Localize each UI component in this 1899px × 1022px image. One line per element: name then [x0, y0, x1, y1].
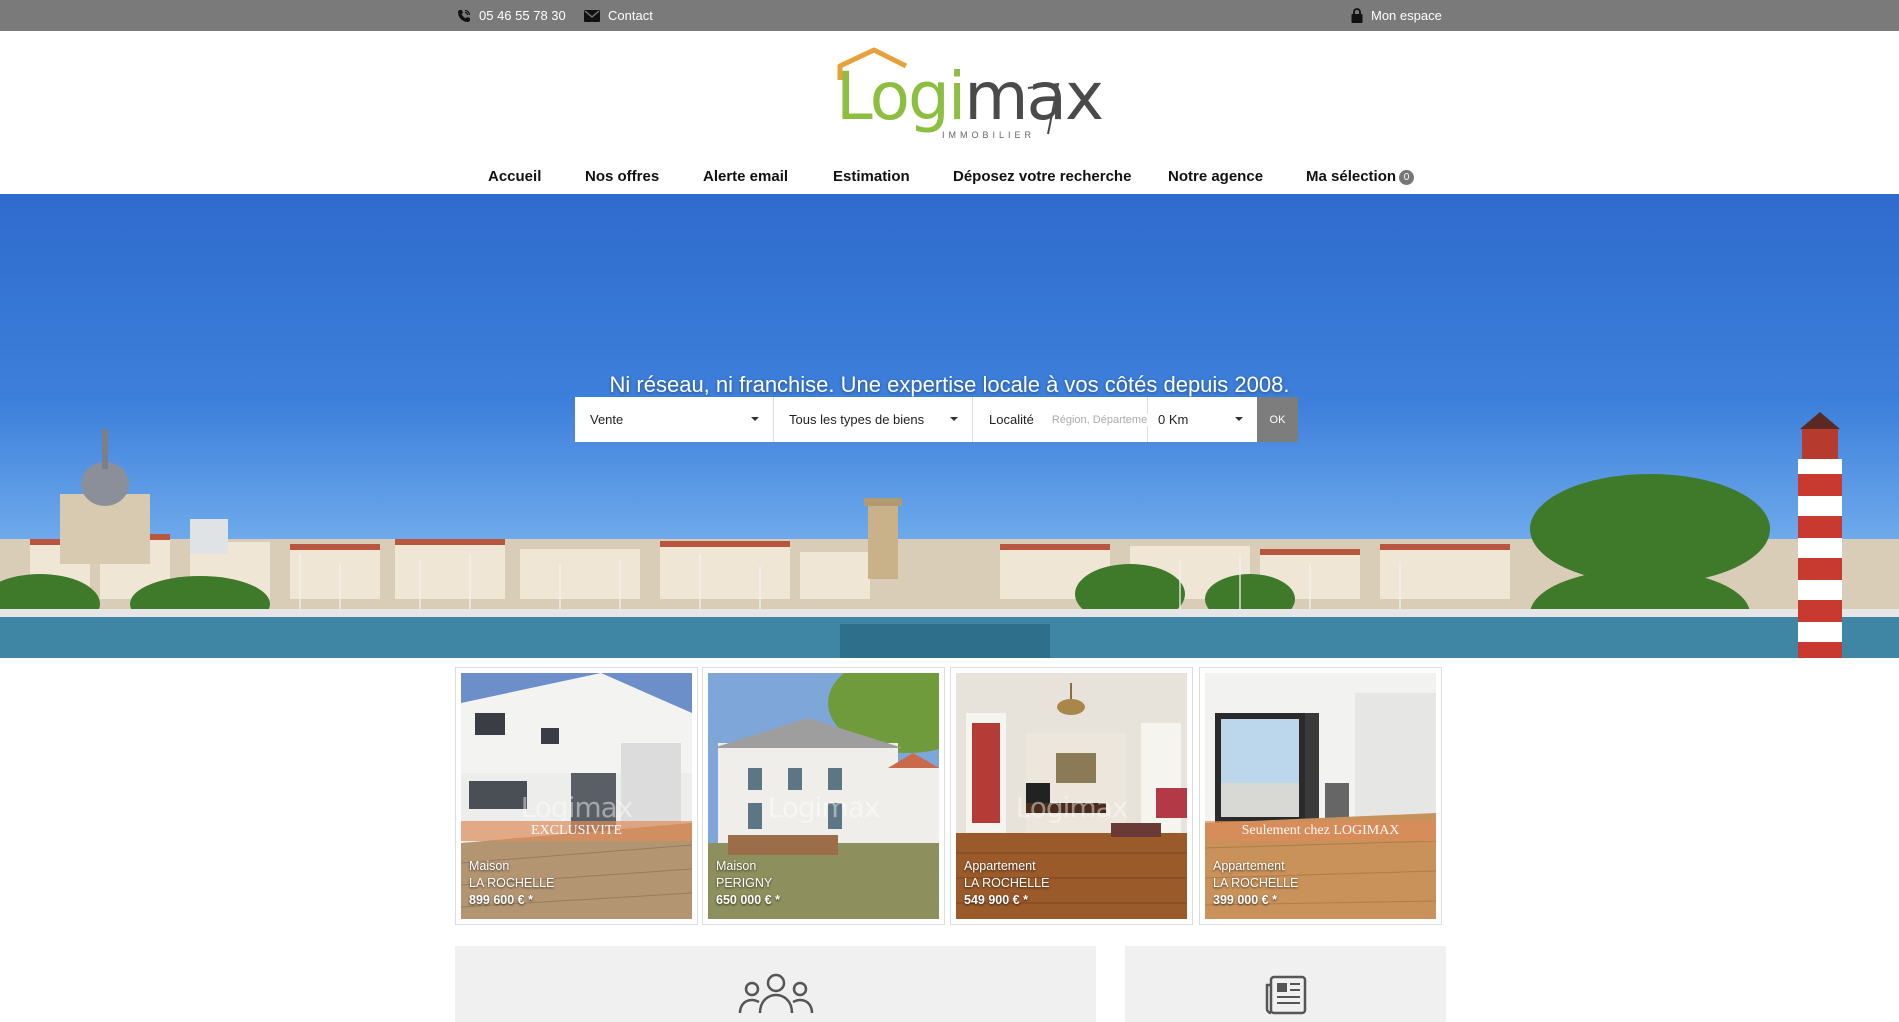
listing-type: Appartement	[1213, 859, 1285, 873]
listing-type: Maison	[716, 859, 757, 873]
listing-type: Maison	[469, 859, 510, 873]
chevron-down-icon	[751, 417, 759, 421]
hero-tagline: Ni réseau, ni franchise. Une expertise l…	[609, 372, 1290, 397]
location-field: Localité	[973, 397, 1172, 442]
listing-city: LA ROCHELLE	[1213, 876, 1299, 890]
phone-number: 05 46 55 78 30	[479, 8, 566, 23]
nav-alerte-email[interactable]: Alerte email	[703, 160, 788, 194]
listing-info: Maison PERIGNY 650 000 € *	[716, 858, 780, 909]
listing-info: Maison LA ROCHELLE 899 600 € *	[469, 858, 554, 909]
listing-price: 399 000 € *	[1213, 893, 1277, 907]
newspaper-icon	[1265, 975, 1307, 1015]
radius-select[interactable]: 0 Km	[1148, 397, 1257, 442]
nav-accueil[interactable]: Accueil	[488, 160, 541, 194]
logo-wordmark: Logimax	[836, 58, 1104, 135]
news-panel[interactable]	[1125, 946, 1446, 1022]
contact-label: Contact	[608, 8, 653, 23]
selection-count-badge: 0	[1399, 169, 1415, 185]
property-type-value: Tous les types de biens	[789, 412, 925, 427]
main-nav: Accueil Nos offres Alerte email Estimati…	[0, 160, 1899, 194]
listing-card[interactable]: Logimax Maison PERIGNY 650 000 € *	[702, 667, 945, 925]
contact-link[interactable]: Contact	[584, 0, 653, 31]
nav-notre-agence[interactable]: Notre agence	[1168, 160, 1263, 194]
listing-ribbon: EXCLUSIVITE	[461, 821, 692, 841]
agency-panel[interactable]	[455, 946, 1096, 1022]
listing-city: PERIGNY	[716, 876, 773, 890]
listing-photo: Logimax Appartement LA ROCHELLE 549 900 …	[956, 673, 1187, 919]
envelope-icon	[584, 9, 600, 22]
listing-price: 650 000 € *	[716, 893, 780, 907]
chevron-down-icon	[950, 417, 958, 421]
listing-info: Appartement LA ROCHELLE 549 900 € *	[964, 858, 1049, 909]
listing-type: Appartement	[964, 859, 1036, 873]
nav-nos-offres[interactable]: Nos offres	[585, 160, 659, 194]
nav-deposez-recherche[interactable]: Déposez votre recherche	[953, 160, 1131, 194]
location-label: Localité	[989, 412, 1034, 427]
nav-ma-selection[interactable]: Ma sélection 0	[1306, 160, 1415, 194]
featured-listings: Logimax EXCLUSIVITE Maison LA ROCHELLE 8…	[455, 667, 1445, 925]
transaction-value: Vente	[590, 412, 624, 427]
listing-photo: Logimax EXCLUSIVITE Maison LA ROCHELLE 8…	[461, 673, 692, 919]
listing-photo: Logimax Maison PERIGNY 650 000 € *	[708, 673, 939, 919]
listing-watermark: Logimax	[767, 791, 881, 824]
listing-card[interactable]: Logimax Appartement LA ROCHELLE 549 900 …	[950, 667, 1193, 925]
listing-city: LA ROCHELLE	[964, 876, 1050, 890]
phone-icon	[457, 9, 471, 23]
transaction-select[interactable]: Vente	[575, 397, 774, 442]
account-label: Mon espace	[1371, 8, 1442, 23]
listing-info: Appartement LA ROCHELLE 399 000 € *	[1213, 858, 1298, 909]
property-type-select[interactable]: Tous les types de biens	[774, 397, 973, 442]
site-logo[interactable]: Logimax IMMOBILIER	[836, 46, 1104, 146]
search-bar: Vente Tous les types de biens Localité 0…	[575, 397, 1298, 442]
logo-subtitle: IMMOBILIER	[942, 130, 1036, 140]
listing-price: 549 900 € *	[964, 893, 1028, 907]
listing-watermark: Logimax	[1015, 791, 1129, 824]
top-bar: 05 46 55 78 30 Contact Mon espace	[0, 0, 1899, 31]
lock-icon	[1351, 8, 1363, 23]
account-link[interactable]: Mon espace	[1351, 0, 1442, 31]
users-icon	[738, 973, 814, 1014]
nav-estimation[interactable]: Estimation	[833, 160, 910, 194]
search-submit-button[interactable]: OK	[1257, 397, 1298, 442]
phone-link[interactable]: 05 46 55 78 30	[457, 0, 566, 31]
listing-card[interactable]: Seulement chez LOGIMAX Appartement LA RO…	[1199, 667, 1442, 925]
listing-city: LA ROCHELLE	[469, 876, 555, 890]
listing-ribbon: Seulement chez LOGIMAX	[1205, 821, 1436, 841]
listing-photo: Seulement chez LOGIMAX Appartement LA RO…	[1205, 673, 1436, 919]
nav-ma-selection-label: Ma sélection	[1306, 168, 1397, 185]
listing-price: 899 600 € *	[469, 893, 533, 907]
radius-value: 0 Km	[1158, 412, 1189, 427]
listing-watermark: Logimax	[520, 791, 634, 824]
chevron-down-icon	[1235, 417, 1243, 421]
listing-card[interactable]: Logimax EXCLUSIVITE Maison LA ROCHELLE 8…	[455, 667, 698, 925]
